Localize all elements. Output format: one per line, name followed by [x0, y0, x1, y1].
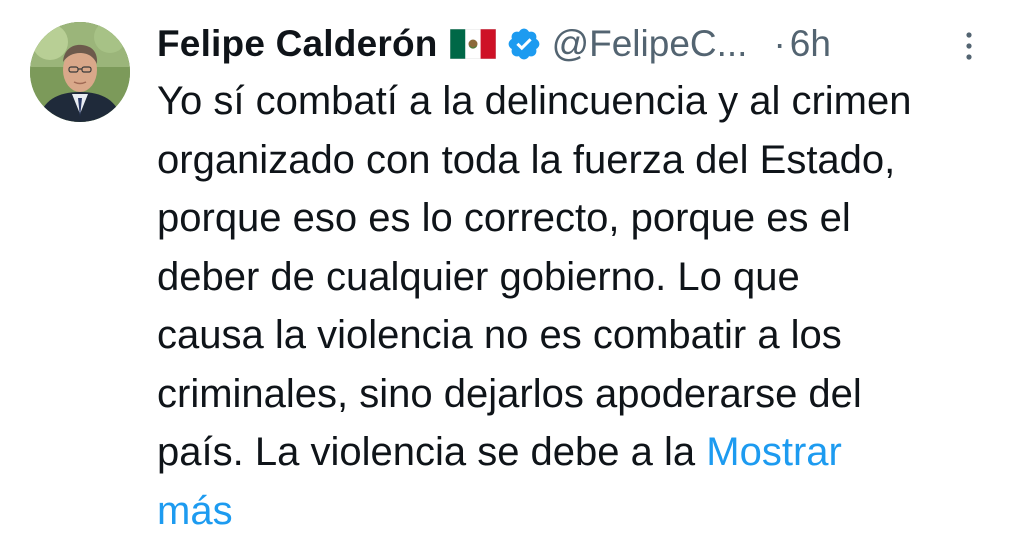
tweet-text-line-continued: más: [157, 482, 1007, 533]
show-more-link-continued[interactable]: más: [157, 489, 233, 533]
tweet[interactable]: Felipe Calderón @FelipeC... · 6h Yo sí c…: [0, 0, 1024, 533]
tweet-text-line: criminales, sino dejarlos apoderarse del: [157, 371, 862, 416]
show-more-link[interactable]: Mostrar: [706, 430, 842, 474]
separator-dot: ·: [773, 23, 786, 64]
author-handle[interactable]: @FelipeC...: [552, 23, 748, 65]
more-options-icon[interactable]: [962, 30, 976, 62]
avatar[interactable]: [30, 22, 130, 122]
verified-badge-icon[interactable]: [506, 26, 542, 62]
tweet-text-line-last: país. La violencia se debe a la Mostrar: [157, 423, 1007, 482]
tweet-text: Yo sí combatí a la delincuencia y al cri…: [157, 72, 1007, 533]
tweet-text-line: organizado con toda la fuerza del Estado…: [157, 137, 896, 182]
tweet-text-line: causa la violencia no es combatir a los: [157, 313, 842, 357]
tweet-text-line: Yo sí combatí a la delincuencia y al cri…: [157, 79, 912, 123]
tweet-text-fragment: país. La violencia se debe a la: [157, 430, 707, 474]
avatar-image: [30, 22, 130, 122]
tweet-header: Felipe Calderón @FelipeC... · 6h: [157, 20, 831, 68]
author-name[interactable]: Felipe Calderón: [157, 23, 438, 65]
mexico-flag-icon: [449, 29, 496, 59]
tweet-text-line: deber de cualquier gobierno. Lo que: [157, 254, 800, 299]
tweet-text-line: porque eso es lo correcto, porque es el: [157, 196, 851, 240]
timestamp[interactable]: 6h: [790, 23, 831, 65]
